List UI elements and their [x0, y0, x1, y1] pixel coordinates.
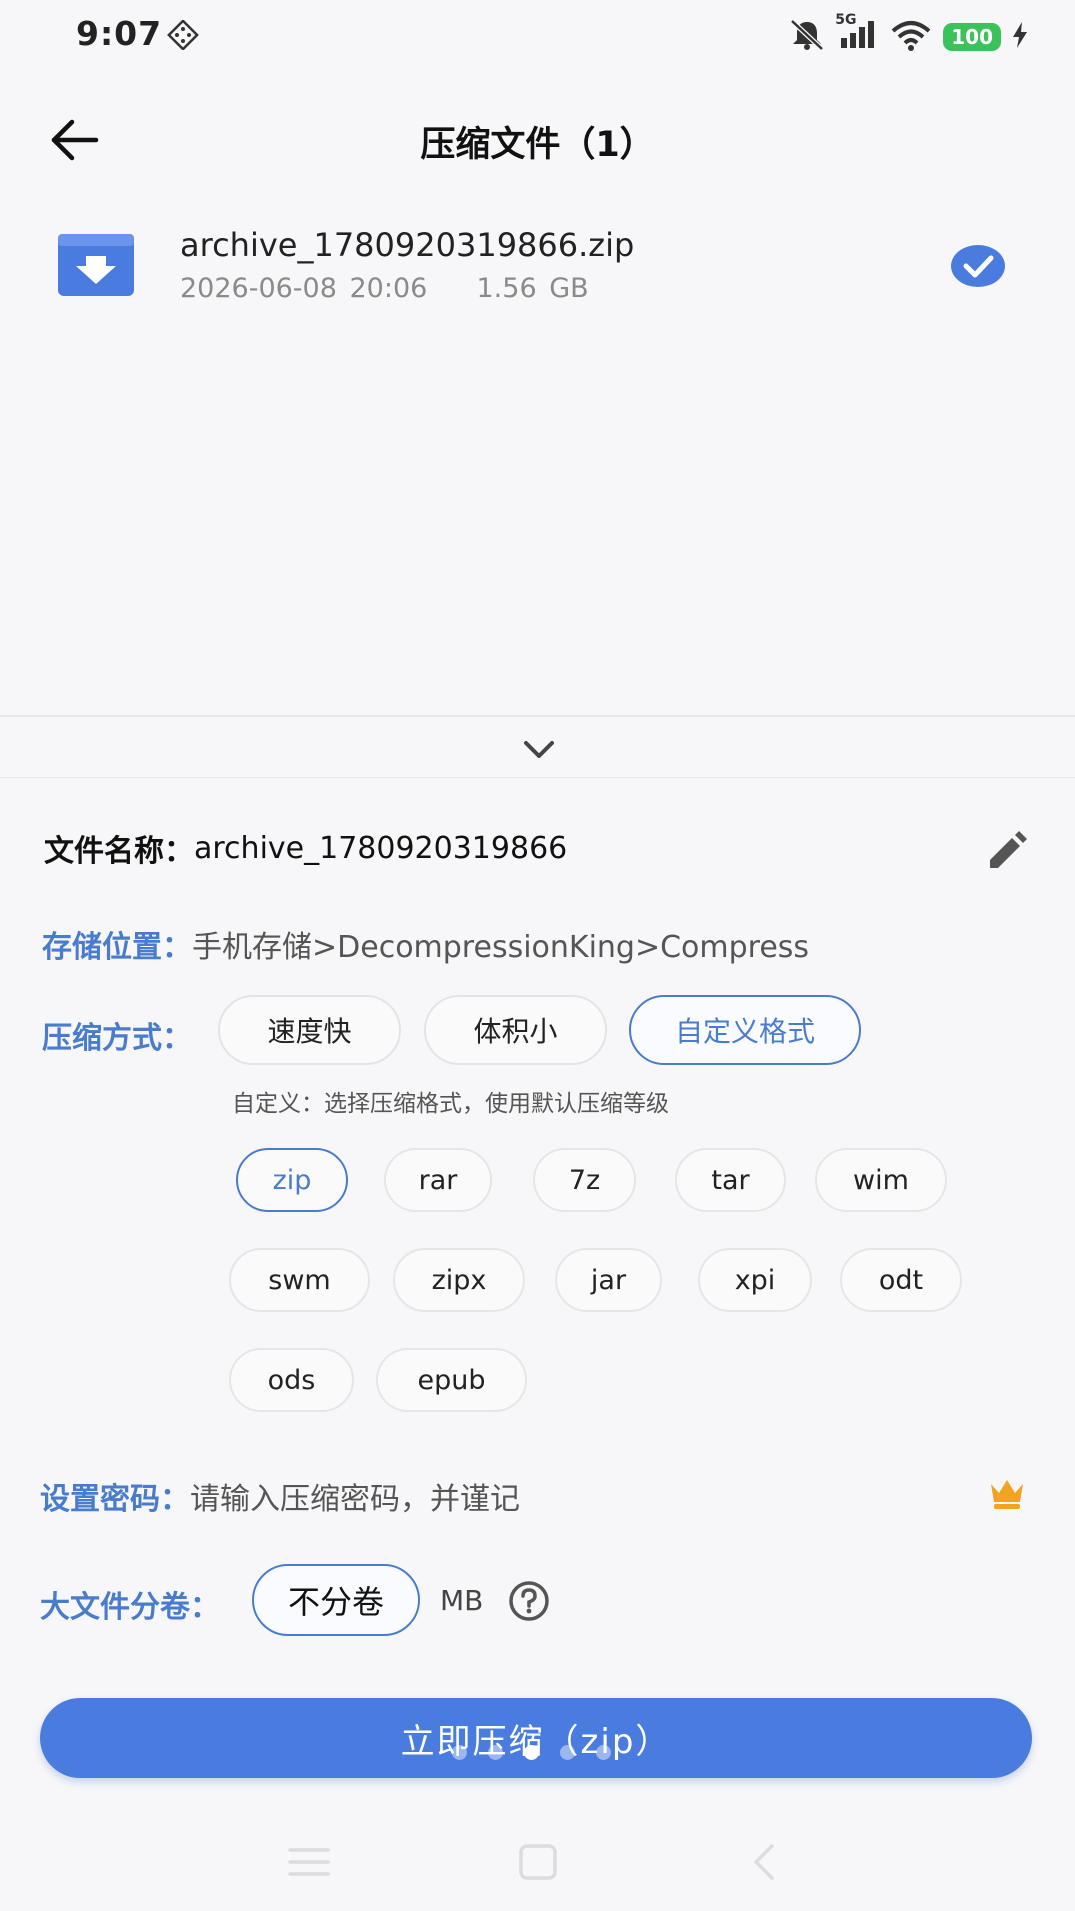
home-icon[interactable] [515, 1842, 561, 1882]
format-epub[interactable]: epub [376, 1348, 527, 1412]
format-tar[interactable]: tar [675, 1148, 786, 1212]
page-dot [452, 1745, 467, 1760]
status-icons: 5G 100 [787, 12, 1029, 56]
file-date: 2026-06-08 20:06 [180, 273, 428, 304]
help-icon[interactable] [508, 1580, 550, 1622]
storage-label: 存储位置： [42, 930, 192, 965]
split-input[interactable]: 不分卷 [252, 1564, 420, 1636]
signal-icon: 5G [835, 12, 879, 54]
method-small-button[interactable]: 体积小 [424, 995, 607, 1065]
battery-icon: 100 [943, 23, 1001, 51]
file-name-row: 文件名称： archive_1780920319866 [44, 826, 567, 870]
crown-icon[interactable] [988, 1476, 1026, 1510]
grid-dots-icon [166, 19, 200, 54]
file-name-value[interactable]: archive_1780920319866 [194, 831, 567, 866]
method-hint: 自定义：选择压缩格式，使用默认压缩等级 [232, 1091, 669, 1117]
menu-icon[interactable] [286, 1842, 332, 1882]
method-label: 压缩方式： [42, 1021, 192, 1056]
sheet-divider [0, 715, 1075, 717]
checkmark-icon[interactable] [950, 244, 1006, 288]
chevron-down-icon[interactable] [522, 738, 556, 762]
page-dot-active [524, 1745, 539, 1760]
file-size: 1.56 GB [476, 273, 589, 304]
page-title: 压缩文件（1） [420, 125, 655, 165]
storage-row[interactable]: 存储位置： 手机存储>DecompressionKing>Compress [42, 922, 809, 966]
file-name[interactable]: archive_1780920319866.zip [180, 226, 634, 264]
file-name-label: 文件名称： [44, 834, 194, 869]
format-zipx[interactable]: zipx [393, 1248, 525, 1312]
pencil-icon[interactable] [984, 830, 1028, 874]
archive-folder-icon [56, 232, 136, 298]
split-label: 大文件分卷： [40, 1590, 220, 1625]
format-xpi[interactable]: xpi [698, 1248, 812, 1312]
sheet-divider-2 [0, 777, 1075, 778]
format-zip[interactable]: zip [236, 1148, 348, 1212]
charging-icon [1011, 21, 1029, 53]
page-dot [488, 1745, 503, 1760]
method-custom-button[interactable]: 自定义格式 [629, 995, 861, 1065]
password-row[interactable]: 设置密码： 请输入压缩密码，并谨记 [40, 1474, 520, 1518]
page-indicator [452, 1745, 611, 1760]
format-wim[interactable]: wim [815, 1148, 947, 1212]
file-meta: 2026-06-08 20:06 1.56 GB [180, 273, 589, 304]
format-ods[interactable]: ods [229, 1348, 354, 1412]
format-rar[interactable]: rar [384, 1148, 492, 1212]
status-time: 9:07 [76, 14, 163, 53]
format-swm[interactable]: swm [229, 1248, 370, 1312]
mute-bell-icon [787, 18, 827, 56]
password-input[interactable]: 请输入压缩密码，并谨记 [190, 1474, 520, 1518]
password-label: 设置密码： [40, 1482, 190, 1517]
split-unit: MB [440, 1584, 484, 1617]
format-7z[interactable]: 7z [533, 1148, 636, 1212]
method-fast-button[interactable]: 速度快 [218, 995, 401, 1065]
format-odt[interactable]: odt [840, 1248, 962, 1312]
page-dot [560, 1745, 575, 1760]
format-jar[interactable]: jar [555, 1248, 662, 1312]
back-nav-icon[interactable] [742, 1842, 788, 1882]
wifi-icon [889, 19, 933, 55]
page-dot [596, 1745, 611, 1760]
storage-path[interactable]: 手机存储>DecompressionKing>Compress [192, 922, 809, 966]
compress-button[interactable]: 立即压缩（zip） [40, 1698, 1032, 1778]
